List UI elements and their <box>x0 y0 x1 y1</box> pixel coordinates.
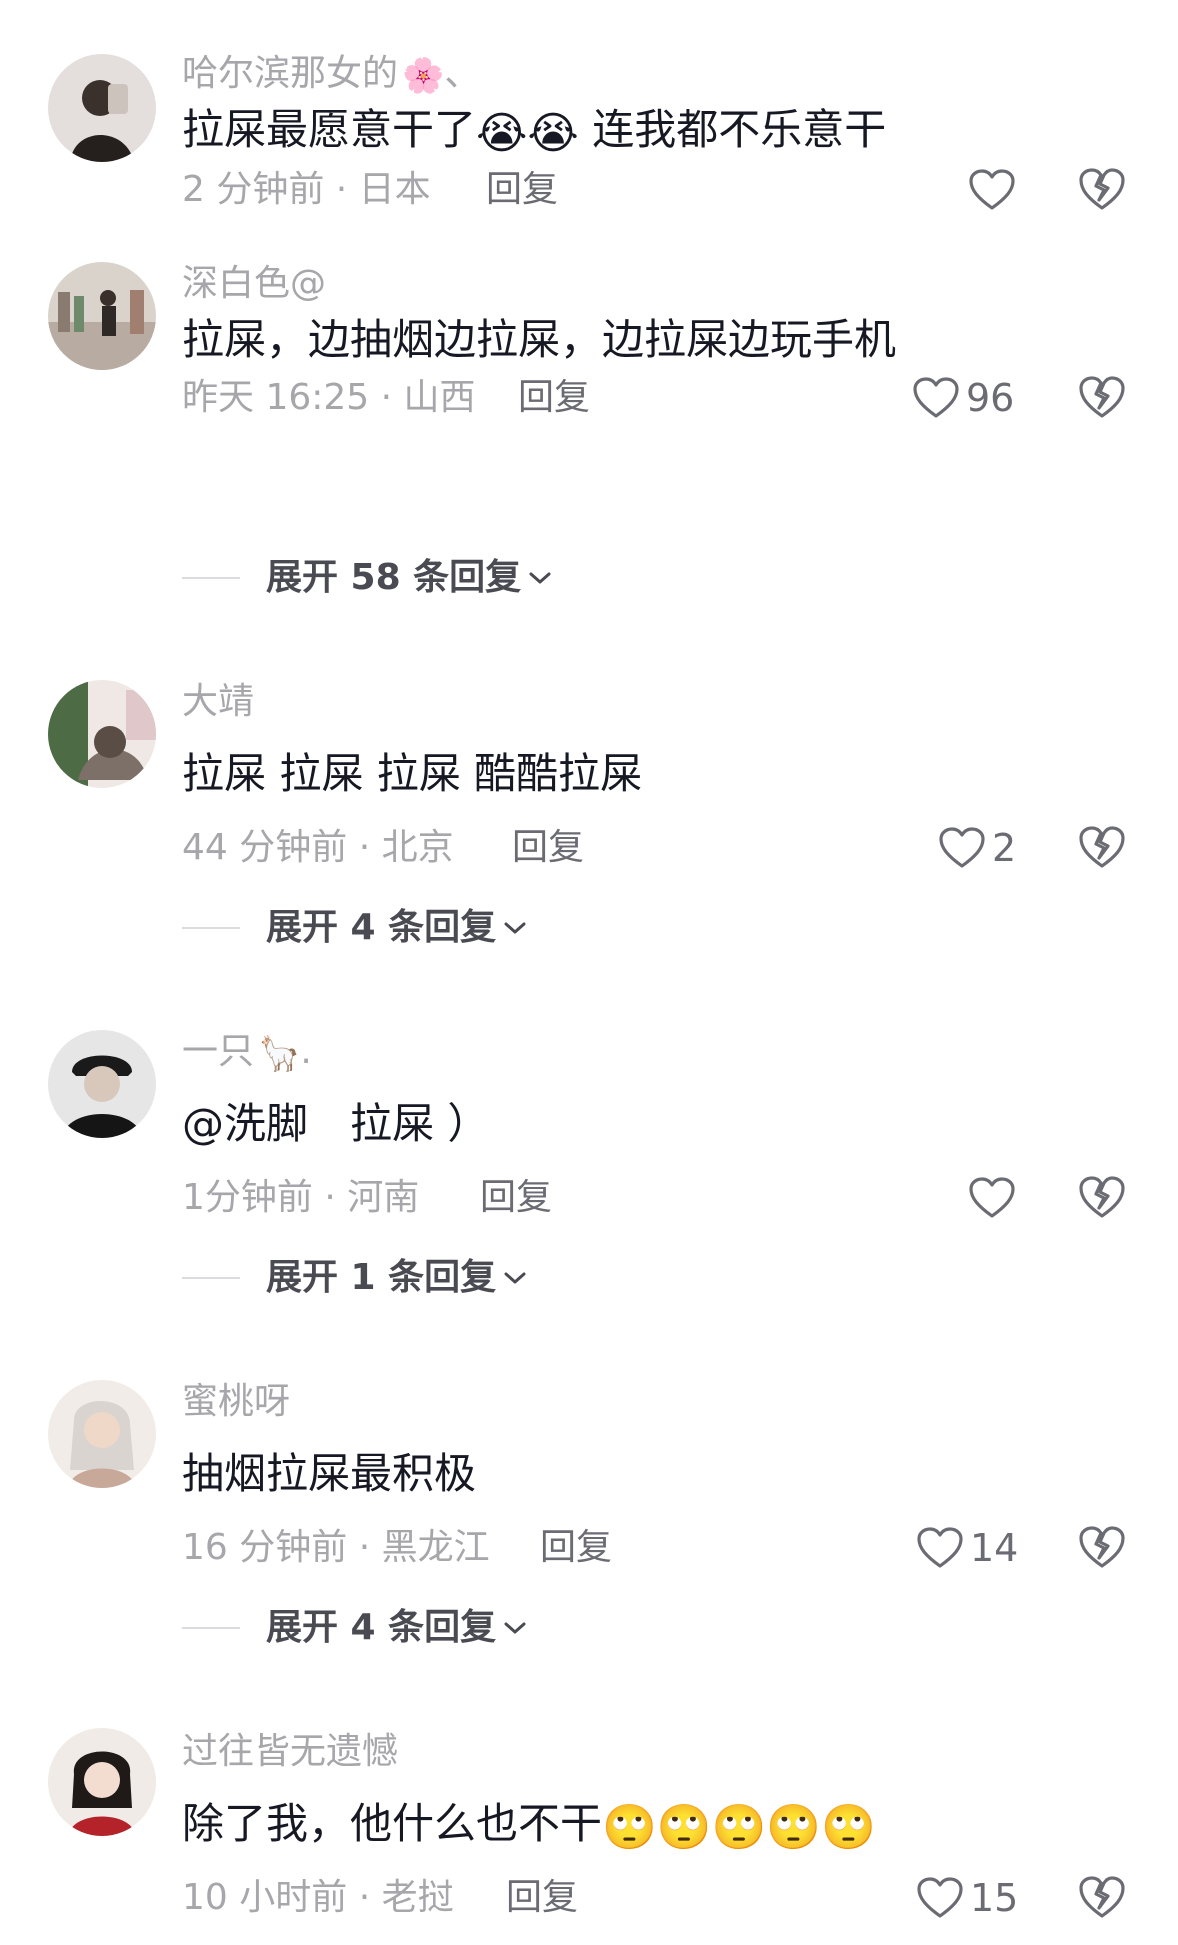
heart-icon <box>913 377 959 418</box>
broken-heart-icon <box>1079 168 1125 210</box>
broken-heart-icon <box>1079 1176 1125 1218</box>
like-count: 2 <box>992 826 1017 870</box>
divider-line <box>182 1627 240 1629</box>
chevron-down-icon <box>504 1622 526 1634</box>
reply-button[interactable]: 回复 <box>512 826 584 870</box>
broken-heart-icon <box>1079 1526 1125 1568</box>
dislike-button[interactable] <box>1078 1874 1126 1920</box>
dislike-button[interactable] <box>1078 374 1126 420</box>
dislike-button[interactable] <box>1078 1524 1126 1570</box>
comment-meta: 10 小时前 · 老挝 <box>182 1877 454 1918</box>
dislike-button[interactable] <box>1078 824 1126 870</box>
like-button[interactable] <box>968 166 1016 214</box>
comment-meta: 昨天 16:25 · 山西 <box>182 377 476 418</box>
like-button[interactable]: 15 <box>916 1874 1018 1922</box>
dislike-button[interactable] <box>1078 166 1126 212</box>
flower-emoji: 🌸 <box>402 56 445 96</box>
llama-emoji: 🦙 <box>258 1034 301 1074</box>
broken-heart-icon <box>1079 376 1125 418</box>
chevron-down-icon <box>504 922 526 934</box>
chevron-down-icon <box>504 1272 526 1284</box>
heart-icon <box>917 1527 963 1568</box>
like-button[interactable]: 2 <box>938 824 1016 872</box>
comment-meta: 1分钟前 · 河南 <box>182 1177 420 1218</box>
comment-meta: 16 分钟前 · 黑龙江 <box>182 1527 490 1568</box>
avatar[interactable] <box>48 54 156 162</box>
username[interactable]: 深白色@ <box>182 262 326 306</box>
expand-replies-button[interactable]: 展开 1 条回复 <box>182 1256 528 1300</box>
username[interactable]: 蜜桃呀 <box>182 1380 290 1424</box>
reply-button[interactable]: 回复 <box>540 1526 612 1570</box>
divider-line <box>182 927 240 929</box>
like-count: 14 <box>970 1526 1019 1570</box>
like-button[interactable]: 96 <box>912 374 1014 422</box>
divider-line <box>182 1277 240 1279</box>
expand-replies-button[interactable]: 展开 4 条回复 <box>182 906 528 950</box>
eye-roll-emoji: 🙄🙄🙄🙄🙄 <box>602 1802 876 1853</box>
broken-heart-icon <box>1079 826 1125 868</box>
reply-button[interactable]: 回复 <box>486 168 558 212</box>
heart-icon <box>939 827 985 868</box>
dislike-button[interactable] <box>1078 1174 1126 1220</box>
avatar[interactable] <box>48 680 156 788</box>
reply-button[interactable]: 回复 <box>518 376 590 420</box>
reply-button[interactable]: 回复 <box>506 1876 578 1920</box>
chevron-down-icon <box>529 572 551 584</box>
comment-text: @洗脚 拉屎 ） <box>182 1099 490 1148</box>
expand-replies-button[interactable]: 展开 4 条回复 <box>182 1606 528 1650</box>
comment-text: 抽烟拉屎最积极 <box>182 1449 477 1498</box>
comment-meta: 44 分钟前 · 北京 <box>182 827 454 868</box>
comment-text: 拉屎 拉屎 拉屎 酷酷拉屎 <box>182 749 643 798</box>
avatar[interactable] <box>48 262 156 370</box>
username[interactable]: 大靖 <box>182 680 254 724</box>
broken-heart-icon <box>1079 1876 1125 1918</box>
heart-icon <box>969 1177 1015 1218</box>
avatar[interactable] <box>48 1728 156 1836</box>
like-button[interactable]: 14 <box>916 1524 1018 1572</box>
avatar[interactable] <box>48 1380 156 1488</box>
username[interactable]: 哈尔滨那女的 🌸、 <box>182 52 480 98</box>
crying-emoji: 😭😭 <box>476 108 579 159</box>
heart-icon <box>969 169 1015 210</box>
comment-text: 除了我，他什么也不干🙄🙄🙄🙄🙄 <box>182 1799 876 1853</box>
avatar[interactable] <box>48 1030 156 1138</box>
like-count: 15 <box>970 1876 1019 1920</box>
username[interactable]: 过往皆无遗憾 <box>182 1730 398 1774</box>
heart-icon <box>917 1877 963 1918</box>
comment-text: 拉屎最愿意干了😭😭 连我都不乐意干 <box>182 105 887 159</box>
comment-text: 拉屎，边抽烟边拉屎，边拉屎边玩手机 <box>182 315 897 364</box>
like-count: 96 <box>966 376 1015 420</box>
username[interactable]: 一只 🦙. <box>182 1030 312 1076</box>
divider-line <box>182 577 240 579</box>
expand-replies-button[interactable]: 展开 58 条回复 <box>182 556 553 600</box>
reply-button[interactable]: 回复 <box>480 1176 552 1220</box>
comment-meta: 2 分钟前 · 日本 <box>182 169 431 210</box>
like-button[interactable] <box>968 1174 1016 1222</box>
